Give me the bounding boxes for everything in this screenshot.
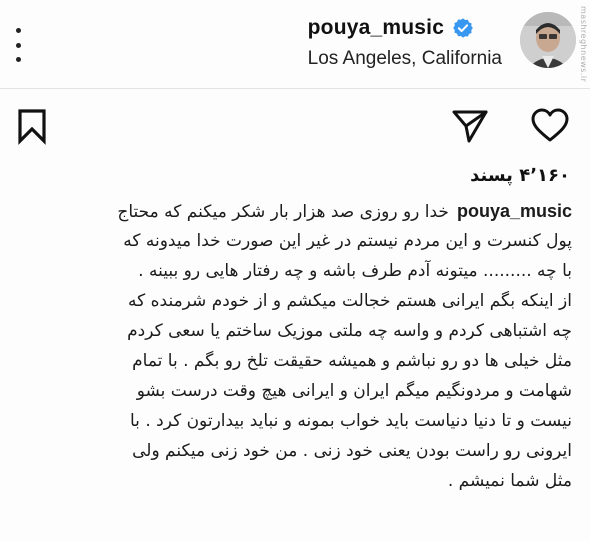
more-options-button[interactable] xyxy=(10,28,26,62)
caption-username[interactable]: pouya_music xyxy=(457,201,572,221)
caption-line: مثل خیلی ها دو رو نباشم و همیشه حقیقت تل… xyxy=(132,351,572,371)
avatar-photo xyxy=(520,12,576,68)
likes-count[interactable]: ۴٬۱۶۰ پسند xyxy=(470,165,570,186)
caption-line: نیست و تا دنیا دنیاست باید خواب بمونه و … xyxy=(130,411,572,431)
bookmark-icon[interactable] xyxy=(12,106,52,146)
caption-line: مثل شما نمیشم . xyxy=(447,471,572,491)
instagram-post: pouya_music Los Angeles, California mash xyxy=(0,0,590,541)
caption-line: از اینکه بگم ایرانی هستم خجالت میکشم و ا… xyxy=(128,291,572,311)
caption-line: با چه ......... میتونه آدم طرف باشه و چه… xyxy=(138,261,572,281)
caption-line: ایرونی رو راست بودن یعنی خود زنی . من خو… xyxy=(132,441,572,461)
username-link[interactable]: pouya_music xyxy=(308,16,444,40)
caption-line: چه اشتباهی کردم و واسه چه ملتی موزیک ساخ… xyxy=(127,321,572,341)
verified-badge-icon xyxy=(453,18,473,38)
more-dot xyxy=(15,28,21,33)
watermark: mashreghnews.ir xyxy=(579,6,588,83)
more-dot xyxy=(15,57,21,62)
more-dot xyxy=(15,42,21,48)
user-info: pouya_music Los Angeles, California xyxy=(308,14,502,70)
caption-text: خدا رو روزی صد هزار بار شکر میکنم که محت… xyxy=(117,202,449,222)
caption-line: pouya_music خدا رو روزی صد هزار بار شکر م… xyxy=(16,196,572,226)
username-row: pouya_music xyxy=(308,14,502,42)
location-link[interactable]: Los Angeles, California xyxy=(308,48,502,70)
send-icon[interactable] xyxy=(450,106,490,146)
caption-line: پول کنسرت و این مردم نیستم در غیر این صو… xyxy=(123,231,572,251)
post-caption: pouya_music خدا رو روزی صد هزار بار شکر م… xyxy=(16,196,572,496)
caption-line: شهامت و مردونگیم میگم ایران و ایرانی هیچ… xyxy=(136,381,572,401)
action-bar xyxy=(0,100,590,150)
post-header: pouya_music Los Angeles, California mash xyxy=(0,0,590,89)
avatar[interactable] xyxy=(520,12,576,68)
heart-icon[interactable] xyxy=(530,106,570,146)
